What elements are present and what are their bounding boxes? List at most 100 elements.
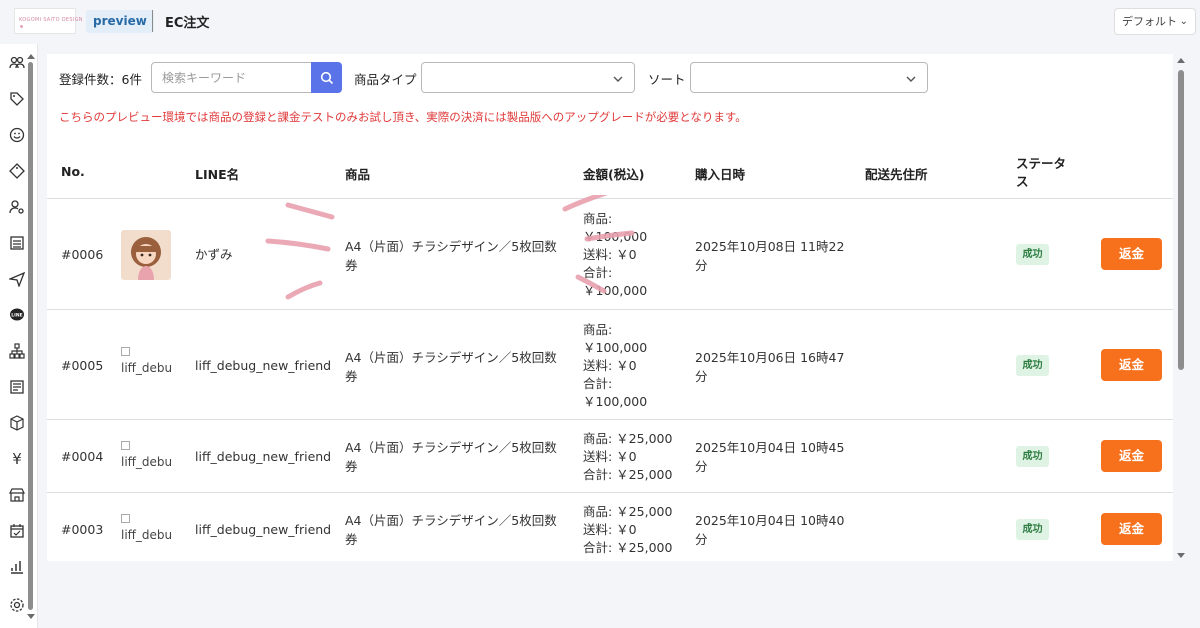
search-icon — [320, 71, 333, 84]
order-no: #0003 — [61, 522, 104, 537]
user-settings-icon[interactable] — [8, 198, 26, 216]
table-row[interactable]: #0003 liff_debu liff_debug_new_friend A4… — [47, 493, 1173, 561]
sidebar: LINE ¥ — [0, 44, 38, 628]
purchase-date: 2025年10月04日 10時40分 — [695, 513, 845, 547]
refund-button[interactable]: 返金 — [1101, 440, 1162, 472]
document-list-icon[interactable] — [8, 378, 26, 396]
amount-breakdown: 商品: ￥25,000 送料: ￥0 合計: ￥25,000 — [583, 503, 693, 557]
logo-text: KOGOMI SAITO DESIGN — [19, 17, 83, 23]
amount-product: 商品: ￥25,000 — [583, 504, 673, 519]
refund-button[interactable]: 返金 — [1101, 513, 1162, 545]
amount-shipping: 送料: ￥0 — [583, 522, 637, 537]
top-bar: KOGOMI SAITO DESIGN preview EC注文 デフォルト ⌄ — [0, 0, 1200, 44]
main-scrollbar[interactable] — [1176, 58, 1186, 558]
bar-chart-icon[interactable] — [8, 558, 26, 576]
amount-breakdown: 商品: ￥100,000 送料: ￥0 合計: ￥100,000 — [583, 210, 683, 300]
amount-total: 合計: ￥25,000 — [583, 467, 673, 482]
status-badge: 成功 — [1016, 519, 1049, 540]
sidebar-scroll-thumb[interactable] — [28, 62, 33, 610]
purchase-date: 2025年10月08日 11時22分 — [695, 239, 845, 273]
sitemap-icon[interactable] — [8, 342, 26, 360]
yen-icon[interactable]: ¥ — [8, 450, 26, 468]
product-name: A4（片面）チラシデザイン／5枚回数券 — [345, 239, 557, 273]
diamond-tag-icon[interactable] — [8, 162, 26, 180]
sort-select[interactable] — [690, 62, 928, 93]
header-divider — [152, 10, 153, 32]
sidebar-scrollbar[interactable] — [27, 54, 35, 619]
line-name: かずみ — [195, 247, 233, 262]
store-icon[interactable] — [8, 486, 26, 504]
smile-icon[interactable] — [8, 126, 26, 144]
scroll-up-icon[interactable] — [1177, 58, 1185, 63]
image-alt: liff_debu — [121, 455, 173, 469]
product-name: A4（片面）チラシデザイン／5枚回数券 — [345, 440, 557, 474]
line-icon[interactable]: LINE — [8, 306, 26, 324]
product-type-select[interactable] — [421, 62, 635, 93]
view-select-value: デフォルト — [1122, 15, 1177, 28]
status-badge: 成功 — [1016, 355, 1049, 376]
sort-label: ソート — [648, 72, 686, 87]
broken-image-icon: liff_debu — [121, 347, 177, 375]
header-line-name: LINE名 — [195, 167, 240, 182]
refund-button[interactable]: 返金 — [1101, 238, 1162, 270]
amount-total: 合計: ￥25,000 — [583, 540, 673, 555]
broken-image-icon: liff_debu — [121, 514, 177, 542]
line-name: liff_debug_new_friend — [195, 358, 332, 373]
main-scroll-thumb[interactable] — [1178, 70, 1184, 370]
scroll-down-icon[interactable] — [1177, 553, 1185, 558]
amount-product: 商品: — [583, 211, 613, 226]
send-icon[interactable] — [8, 270, 26, 288]
amount-shipping: 送料: ￥0 — [583, 358, 637, 373]
amount-breakdown: 商品: ￥25,000 送料: ￥0 合計: ￥25,000 — [583, 430, 693, 484]
chevron-down-icon: ⌄ — [1179, 16, 1188, 27]
header-product: 商品 — [345, 167, 371, 182]
search-input[interactable] — [151, 62, 313, 93]
line-name: liff_debug_new_friend — [195, 522, 332, 537]
settings-icon[interactable] — [8, 596, 26, 614]
amount-shipping: 送料: ￥0 — [583, 247, 637, 262]
purchase-date: 2025年10月06日 16時47分 — [695, 350, 845, 384]
line-name: liff_debug_new_friend — [195, 449, 332, 464]
header-no: No. — [61, 164, 85, 179]
header-shipping: 配送先住所 — [865, 167, 928, 182]
avatar — [121, 230, 171, 280]
product-name: A4（片面）チラシデザイン／5枚回数券 — [345, 350, 557, 384]
order-no: #0004 — [61, 449, 104, 464]
table-row[interactable]: #0005 liff_debu liff_debug_new_friend A4… — [47, 310, 1173, 420]
box-icon[interactable] — [8, 414, 26, 432]
logo-dot — [20, 25, 23, 28]
refund-button[interactable]: 返金 — [1101, 349, 1162, 381]
status-badge: 成功 — [1016, 446, 1049, 467]
image-alt: liff_debu — [121, 361, 173, 375]
image-alt: liff_debu — [121, 528, 173, 542]
chevron-down-icon — [906, 76, 916, 82]
scroll-down-icon[interactable] — [27, 614, 35, 619]
list-icon[interactable] — [8, 234, 26, 252]
purchase-date: 2025年10月04日 10時45分 — [695, 440, 845, 474]
users-icon[interactable] — [8, 54, 26, 72]
table-row[interactable]: #0004 liff_debu liff_debug_new_friend A4… — [47, 420, 1173, 493]
view-select[interactable]: デフォルト ⌄ — [1114, 8, 1196, 35]
scroll-up-icon[interactable] — [27, 54, 35, 59]
amount-total: 合計: — [583, 265, 613, 280]
brand-logo[interactable]: KOGOMI SAITO DESIGN — [14, 8, 83, 34]
amount-total-value: ￥100,000 — [583, 283, 648, 298]
table-row[interactable]: #0006 かずみ A4（片面）チラシデザイン／5枚回数券 商品: ￥100,0… — [47, 199, 1173, 310]
amount-product: 商品: — [583, 322, 613, 337]
amount-shipping: 送料: ￥0 — [583, 449, 637, 464]
chevron-down-icon — [613, 76, 623, 82]
calendar-check-icon[interactable] — [8, 522, 26, 540]
tag-icon[interactable] — [8, 90, 26, 108]
order-no: #0005 — [61, 358, 104, 373]
svg-text:LINE: LINE — [11, 313, 22, 319]
broken-image-icon: liff_debu — [121, 441, 177, 469]
status-badge: 成功 — [1016, 244, 1049, 265]
record-count: 登録件数：6件 — [59, 72, 142, 87]
orders-panel: 登録件数：6件 商品タイプ ソート こちらのプレビュー環境では商品の登録と課金テ… — [47, 54, 1173, 561]
search-button[interactable] — [311, 62, 342, 93]
order-no: #0006 — [61, 247, 104, 262]
amount-total-value: ￥100,000 — [583, 394, 648, 409]
amount-total: 合計: — [583, 376, 613, 391]
header-status: ステータス — [1016, 156, 1067, 189]
product-type-label: 商品タイプ — [354, 72, 417, 87]
